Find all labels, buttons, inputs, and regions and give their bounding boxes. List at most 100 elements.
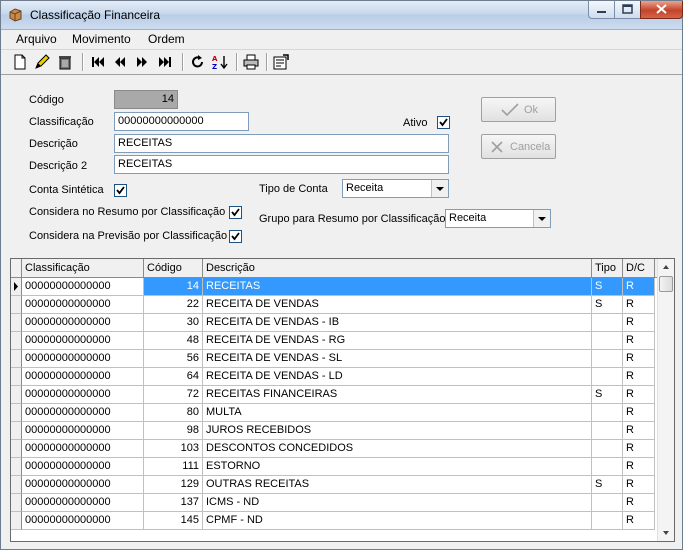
cell-codigo[interactable]: 64 bbox=[144, 368, 203, 386]
table-row[interactable]: 00000000000000 30 RECEITA DE VENDAS - IB R bbox=[11, 314, 659, 332]
resumo-checkbox[interactable] bbox=[229, 206, 242, 219]
sort-az-icon[interactable]: AZ bbox=[211, 54, 228, 70]
cell-codigo[interactable]: 30 bbox=[144, 314, 203, 332]
cell-classificacao[interactable]: 00000000000000 bbox=[22, 440, 144, 458]
cell-descricao[interactable]: RECEITAS bbox=[203, 278, 592, 296]
cell-descricao[interactable]: OUTRAS RECEITAS bbox=[203, 476, 592, 494]
cell-dc[interactable]: R bbox=[623, 476, 655, 494]
tipo-conta-select[interactable]: Receita bbox=[342, 179, 449, 198]
cell-classificacao[interactable]: 00000000000000 bbox=[22, 278, 144, 296]
cell-tipo[interactable] bbox=[592, 350, 623, 368]
cancela-button[interactable]: Cancela bbox=[481, 134, 556, 159]
print-icon[interactable] bbox=[243, 54, 259, 70]
ok-button[interactable]: Ok bbox=[481, 97, 556, 122]
cell-descricao[interactable]: RECEITA DE VENDAS - LD bbox=[203, 368, 592, 386]
cell-tipo[interactable]: S bbox=[592, 476, 623, 494]
previous-record-icon[interactable] bbox=[112, 54, 128, 70]
ativo-checkbox[interactable] bbox=[437, 116, 450, 129]
cell-codigo[interactable]: 56 bbox=[144, 350, 203, 368]
cell-descricao[interactable]: RECEITA DE VENDAS - IB bbox=[203, 314, 592, 332]
cell-codigo[interactable]: 137 bbox=[144, 494, 203, 512]
cell-tipo[interactable] bbox=[592, 404, 623, 422]
cell-descricao[interactable]: JUROS RECEBIDOS bbox=[203, 422, 592, 440]
cell-dc[interactable]: R bbox=[623, 422, 655, 440]
cell-dc[interactable]: R bbox=[623, 314, 655, 332]
descricao-field[interactable]: RECEITAS bbox=[114, 134, 449, 153]
cell-dc[interactable]: R bbox=[623, 350, 655, 368]
cell-dc[interactable]: R bbox=[623, 332, 655, 350]
previsao-checkbox[interactable] bbox=[229, 230, 242, 243]
table-row[interactable]: 00000000000000 111 ESTORNO R bbox=[11, 458, 659, 476]
cell-codigo[interactable]: 48 bbox=[144, 332, 203, 350]
cell-codigo[interactable]: 98 bbox=[144, 422, 203, 440]
table-row[interactable]: 00000000000000 48 RECEITA DE VENDAS - RG R bbox=[11, 332, 659, 350]
delete-icon[interactable] bbox=[57, 54, 73, 70]
cell-descricao[interactable]: RECEITA DE VENDAS - SL bbox=[203, 350, 592, 368]
cell-tipo[interactable] bbox=[592, 368, 623, 386]
table-row[interactable]: 00000000000000 80 MULTA R bbox=[11, 404, 659, 422]
column-header-classificacao[interactable]: Classificação bbox=[22, 259, 144, 277]
cell-classificacao[interactable]: 00000000000000 bbox=[22, 512, 144, 530]
row-indicator[interactable] bbox=[11, 296, 22, 314]
table-row[interactable]: 00000000000000 129 OUTRAS RECEITAS S R bbox=[11, 476, 659, 494]
column-header-dc[interactable]: D/C bbox=[623, 259, 655, 277]
edit-icon[interactable] bbox=[34, 54, 50, 70]
scroll-thumb[interactable] bbox=[659, 276, 673, 292]
first-record-icon[interactable] bbox=[90, 54, 106, 70]
table-row[interactable]: 00000000000000 56 RECEITA DE VENDAS - SL R bbox=[11, 350, 659, 368]
classificacao-field[interactable]: 00000000000000 bbox=[114, 112, 249, 131]
column-header-descricao[interactable]: Descrição bbox=[203, 259, 592, 277]
maximize-button[interactable] bbox=[614, 1, 641, 19]
cell-dc[interactable]: R bbox=[623, 512, 655, 530]
table-row[interactable]: 00000000000000 103 DESCONTOS CONCEDIDOS R bbox=[11, 440, 659, 458]
cell-tipo[interactable] bbox=[592, 458, 623, 476]
new-icon[interactable] bbox=[12, 54, 28, 70]
cell-tipo[interactable] bbox=[592, 332, 623, 350]
row-indicator[interactable] bbox=[11, 332, 22, 350]
cell-codigo[interactable]: 145 bbox=[144, 512, 203, 530]
descricao2-field[interactable]: RECEITAS bbox=[114, 155, 449, 174]
cell-codigo[interactable]: 14 bbox=[144, 278, 203, 296]
cell-tipo[interactable]: S bbox=[592, 278, 623, 296]
cell-dc[interactable]: R bbox=[623, 440, 655, 458]
row-indicator[interactable] bbox=[11, 386, 22, 404]
refresh-icon[interactable] bbox=[190, 54, 206, 70]
next-record-icon[interactable] bbox=[134, 54, 150, 70]
column-header-tipo[interactable]: Tipo bbox=[592, 259, 623, 277]
table-row[interactable]: 00000000000000 137 ICMS - ND R bbox=[11, 494, 659, 512]
cell-codigo[interactable]: 22 bbox=[144, 296, 203, 314]
cell-dc[interactable]: R bbox=[623, 458, 655, 476]
cell-tipo[interactable] bbox=[592, 314, 623, 332]
minimize-button[interactable] bbox=[588, 1, 615, 19]
cell-dc[interactable]: R bbox=[623, 296, 655, 314]
scroll-down-button[interactable] bbox=[658, 525, 674, 541]
cell-classificacao[interactable]: 00000000000000 bbox=[22, 350, 144, 368]
row-indicator[interactable] bbox=[11, 350, 22, 368]
row-indicator[interactable] bbox=[11, 422, 22, 440]
cell-tipo[interactable]: S bbox=[592, 296, 623, 314]
cell-codigo[interactable]: 129 bbox=[144, 476, 203, 494]
cell-classificacao[interactable]: 00000000000000 bbox=[22, 476, 144, 494]
cell-descricao[interactable]: RECEITA DE VENDAS - RG bbox=[203, 332, 592, 350]
row-indicator[interactable] bbox=[11, 440, 22, 458]
cell-descricao[interactable]: RECEITA DE VENDAS bbox=[203, 296, 592, 314]
row-indicator[interactable] bbox=[11, 512, 22, 530]
cell-descricao[interactable]: DESCONTOS CONCEDIDOS bbox=[203, 440, 592, 458]
cell-classificacao[interactable]: 00000000000000 bbox=[22, 332, 144, 350]
menu-arquivo[interactable]: Arquivo bbox=[16, 32, 57, 46]
chevron-down-icon[interactable] bbox=[431, 180, 448, 197]
column-header-codigo[interactable]: Código bbox=[144, 259, 203, 277]
cell-classificacao[interactable]: 00000000000000 bbox=[22, 494, 144, 512]
cell-classificacao[interactable]: 00000000000000 bbox=[22, 314, 144, 332]
cell-classificacao[interactable]: 00000000000000 bbox=[22, 368, 144, 386]
row-indicator[interactable] bbox=[11, 278, 22, 296]
cell-descricao[interactable]: ICMS - ND bbox=[203, 494, 592, 512]
cell-descricao[interactable]: CPMF - ND bbox=[203, 512, 592, 530]
cell-codigo[interactable]: 72 bbox=[144, 386, 203, 404]
table-row[interactable]: 00000000000000 72 RECEITAS FINANCEIRAS S R bbox=[11, 386, 659, 404]
cell-dc[interactable]: R bbox=[623, 386, 655, 404]
cell-codigo[interactable]: 111 bbox=[144, 458, 203, 476]
cell-classificacao[interactable]: 00000000000000 bbox=[22, 404, 144, 422]
grupo-select[interactable]: Receita bbox=[445, 209, 551, 228]
table-row[interactable]: 00000000000000 98 JUROS RECEBIDOS R bbox=[11, 422, 659, 440]
